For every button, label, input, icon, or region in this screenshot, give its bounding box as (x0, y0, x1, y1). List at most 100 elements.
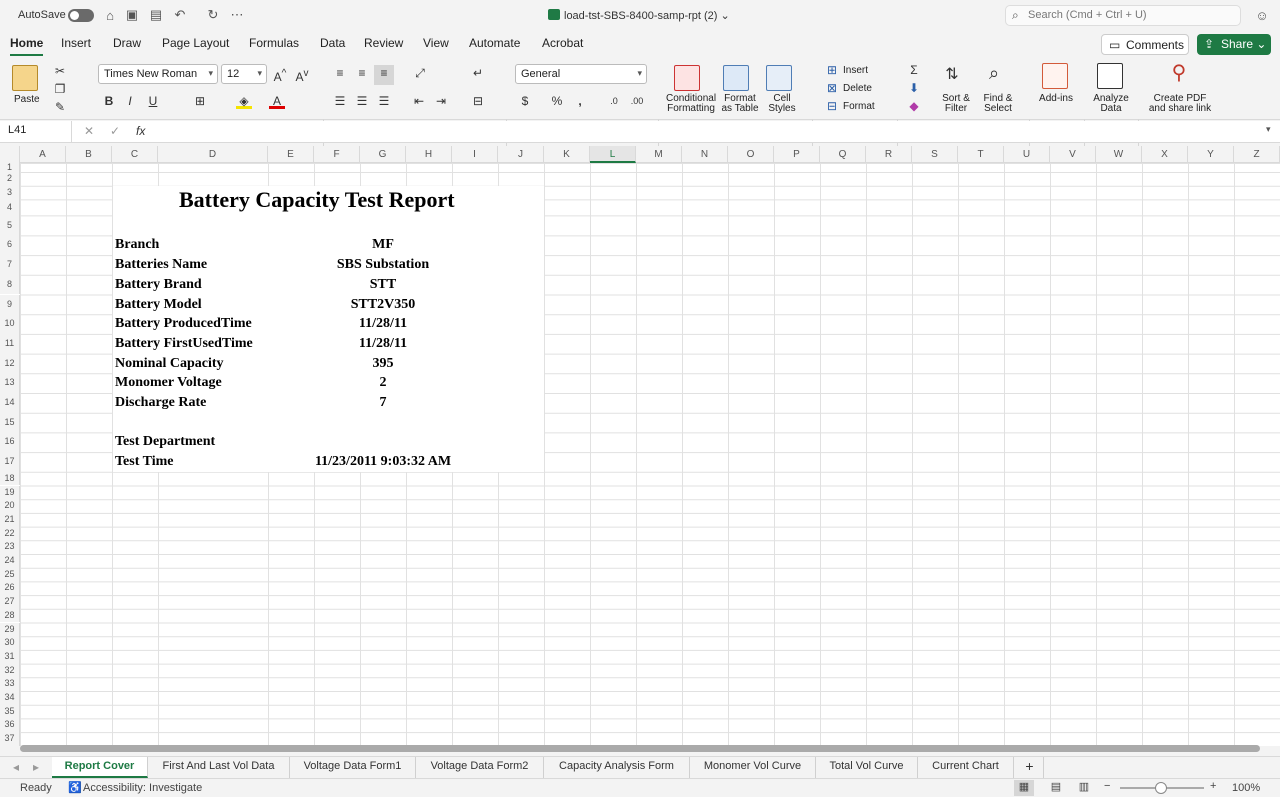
delete-cells-icon[interactable]: ⊠ (824, 80, 840, 96)
paste-icon[interactable] (12, 65, 38, 91)
tab-insert[interactable]: Insert (61, 36, 91, 50)
align-center-icon[interactable]: ☰ (354, 93, 370, 109)
conditional-formatting-icon[interactable] (674, 65, 700, 91)
sheet-tab[interactable]: Monomer Vol Curve (690, 757, 816, 778)
decrease-decimal-icon[interactable]: .00 (629, 93, 645, 109)
tab-automate[interactable]: Automate (469, 36, 520, 50)
normal-view-icon[interactable]: ▦ (1014, 780, 1034, 796)
home-icon[interactable]: ⌂ (102, 7, 118, 23)
comments-button[interactable]: ▭ Comments (1101, 34, 1189, 55)
cut-icon[interactable]: ✂ (52, 63, 68, 79)
undo-icon[interactable]: ↶ (172, 7, 188, 23)
decrease-font-icon[interactable]: Av (294, 66, 310, 84)
font-name-select[interactable]: Times New Roman ▾ (98, 64, 218, 84)
tab-page-layout[interactable]: Page Layout (162, 36, 229, 50)
zoom-slider-thumb[interactable] (1155, 782, 1167, 794)
cancel-icon[interactable]: ✕ (84, 124, 94, 138)
page-layout-view-icon[interactable]: ▤ (1046, 780, 1066, 793)
add-sheet-icon[interactable]: + (1016, 757, 1044, 778)
accessibility-status[interactable]: Accessibility: Investigate (83, 782, 202, 794)
italic-button[interactable]: I (122, 93, 138, 109)
add-ins-icon[interactable] (1042, 63, 1068, 89)
analyze-data-icon[interactable] (1097, 63, 1123, 89)
horizontal-scrollbar[interactable] (20, 745, 1260, 752)
align-right-icon[interactable]: ☰ (376, 93, 392, 109)
tab-data[interactable]: Data (320, 36, 345, 50)
tab-draw[interactable]: Draw (113, 36, 141, 50)
tab-acrobat[interactable]: Acrobat (542, 36, 583, 50)
align-top-icon[interactable]: ≡ (332, 65, 348, 81)
format-painter-icon[interactable]: ✎ (52, 99, 68, 115)
insert-function-icon[interactable]: fx (136, 124, 145, 138)
create-pdf-label[interactable]: Create PDF and share link (1145, 94, 1215, 114)
comma-style-icon[interactable]: , (572, 93, 588, 109)
orientation-icon[interactable]: ⤢ (412, 65, 428, 81)
sheet-tab[interactable]: Voltage Data Form2 (416, 757, 544, 778)
sort-filter-label[interactable]: Sort & Filter (938, 94, 974, 114)
page-break-view-icon[interactable]: ▥ (1074, 780, 1094, 793)
next-sheet-icon[interactable]: ▸ (28, 759, 44, 775)
expand-formula-icon[interactable]: ▾ (1266, 124, 1271, 135)
add-ins-label[interactable]: Add-ins (1036, 94, 1076, 104)
insert-cells-icon[interactable]: ⊞ (824, 62, 840, 78)
zoom-out-icon[interactable]: − (1104, 780, 1110, 792)
confirm-icon[interactable]: ✓ (110, 124, 120, 138)
sheet-tab[interactable]: Capacity Analysis Form (544, 757, 690, 778)
sheet-tab[interactable]: Report Cover (52, 757, 148, 778)
redo-icon[interactable]: ↻ (205, 7, 221, 23)
sheet-tab[interactable]: Voltage Data Form1 (290, 757, 416, 778)
find-select-label[interactable]: Find & Select (980, 94, 1016, 114)
borders-icon[interactable]: ⊞ (192, 93, 208, 109)
fill-icon[interactable]: ⬇ (906, 80, 922, 96)
increase-font-icon[interactable]: A^ (272, 66, 288, 84)
tab-view[interactable]: View (423, 36, 449, 50)
percent-icon[interactable]: % (549, 93, 565, 109)
spreadsheet-grid[interactable]: ABCDEFGHIJKLMNOPQRSTUVWXYZ 1 2 3 4 5 6 7 8 9 10 11… (0, 146, 1280, 746)
paste-label[interactable]: Paste (14, 95, 40, 105)
bold-button[interactable]: B (101, 93, 117, 109)
fill-color-icon[interactable]: ◈ (236, 93, 252, 109)
sheet-tab[interactable]: First And Last Vol Data (148, 757, 290, 778)
sheet-tab[interactable]: Total Vol Curve (816, 757, 918, 778)
tab-formulas[interactable]: Formulas (249, 36, 299, 50)
more-icon[interactable]: ⋯ (229, 7, 245, 23)
format-cells-label[interactable]: Format (843, 102, 875, 112)
format-as-table-icon[interactable] (723, 65, 749, 91)
format-cells-icon[interactable]: ⊟ (824, 98, 840, 114)
clear-icon[interactable]: ◆ (906, 98, 922, 114)
user-icon[interactable]: ☺ (1254, 7, 1270, 23)
search-input[interactable]: ⌕ Search (Cmd + Ctrl + U) (1005, 5, 1241, 26)
decrease-indent-icon[interactable]: ⇤ (411, 93, 427, 109)
format-as-table-label[interactable]: Format as Table (720, 94, 760, 114)
save-icon[interactable]: ▣ (124, 7, 140, 23)
autosum-icon[interactable]: Σ (906, 62, 922, 78)
wrap-text-icon[interactable]: ↵ (470, 65, 486, 81)
tab-review[interactable]: Review (364, 36, 403, 50)
acrobat-pdf-icon[interactable]: ⚲ (1171, 63, 1187, 83)
name-box[interactable]: L41 (0, 121, 72, 142)
copy-icon[interactable]: ❐ (52, 81, 68, 97)
increase-decimal-icon[interactable]: .0 (606, 93, 622, 109)
align-left-icon[interactable]: ☰ (332, 93, 348, 109)
share-button[interactable]: ⇪ Share ⌄ (1197, 34, 1271, 55)
tab-home[interactable]: Home (10, 36, 44, 56)
font-color-icon[interactable]: A (269, 93, 285, 109)
zoom-in-icon[interactable]: + (1210, 780, 1216, 792)
sort-filter-icon[interactable]: ⇅ (944, 67, 960, 83)
underline-button[interactable]: U (145, 93, 161, 109)
align-middle-icon[interactable]: ≡ (354, 65, 370, 81)
currency-icon[interactable]: $ (517, 93, 533, 109)
delete-cells-label[interactable]: Delete (843, 84, 872, 94)
cell-styles-label[interactable]: Cell Styles (762, 94, 802, 114)
font-size-select[interactable]: 12 ▾ (221, 64, 267, 84)
prev-sheet-icon[interactable]: ◂ (8, 759, 24, 775)
cell-styles-icon[interactable] (766, 65, 792, 91)
analyze-data-label[interactable]: Analyze Data (1091, 94, 1131, 114)
autosave-toggle[interactable] (68, 9, 94, 22)
insert-cells-label[interactable]: Insert (843, 66, 868, 76)
find-select-icon[interactable]: ⌕ (986, 64, 1002, 82)
sheet-tab[interactable]: Current Chart (918, 757, 1014, 778)
increase-indent-icon[interactable]: ⇥ (433, 93, 449, 109)
conditional-formatting-label[interactable]: Conditional Formatting (666, 94, 716, 114)
merge-center-icon[interactable]: ⊟ (470, 93, 486, 109)
